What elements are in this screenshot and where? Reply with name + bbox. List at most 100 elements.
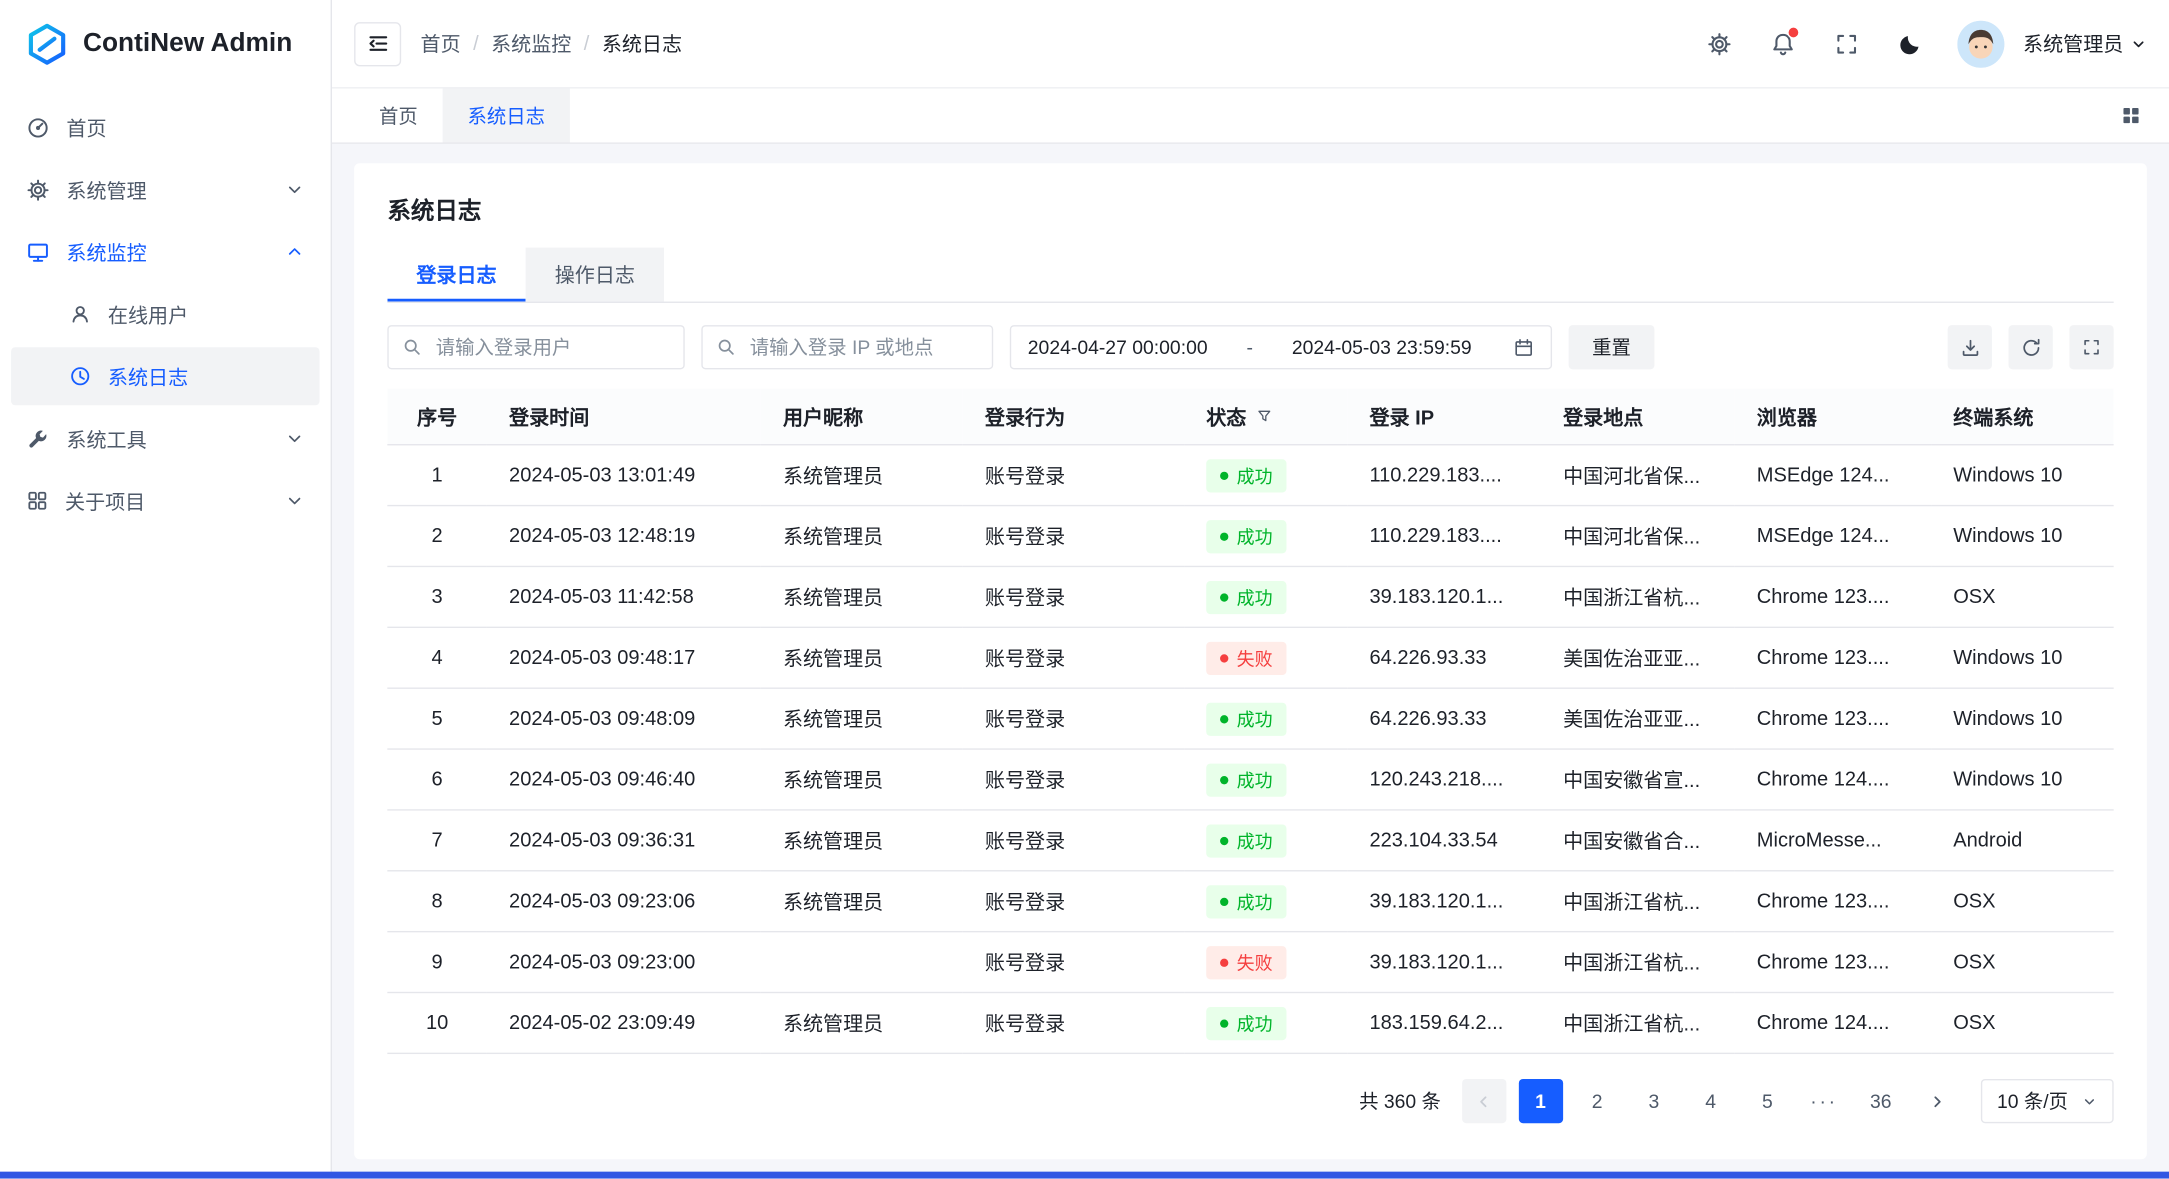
tab-login-log[interactable]: 登录日志 (387, 248, 525, 302)
fullscreen-icon (1834, 31, 1859, 56)
status-text: 成功 (1237, 462, 1273, 488)
breadcrumb-current: 系统日志 (602, 29, 682, 58)
cell-no: 9 (387, 932, 487, 993)
pagination-page-5[interactable]: 5 (1745, 1079, 1789, 1123)
search-icon (403, 338, 422, 357)
pagination-page-3[interactable]: 3 (1632, 1079, 1676, 1123)
sidebar-item-system-management[interactable]: 系统管理 (11, 160, 319, 218)
status-dot (1220, 593, 1228, 601)
date-range-picker[interactable]: 2024-04-27 00:00:00 - 2024-05-03 23:59:5… (1010, 325, 1552, 369)
cell-behavior: 账号登录 (963, 810, 1184, 871)
cell-location: 美国佐治亚亚... (1541, 627, 1735, 688)
page-size-select[interactable]: 10 条/页 (1980, 1079, 2113, 1123)
cell-location: 中国安徽省宣... (1541, 749, 1735, 810)
cell-no: 2 (387, 506, 487, 567)
cell-time: 2024-05-03 09:36:31 (487, 810, 761, 871)
status-text: 成功 (1237, 523, 1273, 549)
status-badge: 成功 (1206, 1006, 1286, 1039)
pagination-page-36[interactable]: 36 (1859, 1079, 1903, 1123)
cell-status: 失败 (1184, 627, 1347, 688)
app-logo[interactable]: ContiNew Admin (0, 0, 331, 89)
cell-no: 1 (387, 445, 487, 506)
cell-browser: Chrome 124.... (1735, 749, 1931, 810)
sidebar-item-system-monitor[interactable]: 系统监控 (11, 223, 319, 281)
pagination-prev-button[interactable] (1462, 1079, 1506, 1123)
cell-nickname: 系统管理员 (761, 445, 963, 506)
export-button[interactable] (1948, 325, 1992, 369)
status-badge: 成功 (1206, 580, 1286, 613)
avatar[interactable] (1957, 20, 2004, 67)
pagination-page-2[interactable]: 2 (1575, 1079, 1619, 1123)
page-title: 系统日志 (387, 191, 2113, 226)
cell-os: Android (1931, 810, 2114, 871)
user-menu[interactable]: 系统管理员 (2023, 29, 2147, 58)
pagination-page-1[interactable]: 1 (1518, 1079, 1562, 1123)
table-row: 3 2024-05-03 11:42:58 系统管理员 账号登录 成功 39.1… (387, 566, 2113, 627)
breadcrumb-system-monitor[interactable]: 系统监控 (491, 29, 571, 58)
pagination: 共 360 条 1 2 3 4 5 ··· 36 (387, 1079, 2113, 1123)
pagination-page-4[interactable]: 4 (1689, 1079, 1733, 1123)
settings-button[interactable] (1697, 20, 1741, 67)
breadcrumb-home[interactable]: 首页 (421, 29, 461, 58)
sidebar-item-label: 系统日志 (108, 362, 304, 391)
status-dot (1220, 836, 1228, 844)
table-row: 9 2024-05-03 09:23:00 账号登录 失败 39.183.120… (387, 932, 2113, 993)
cell-location: 美国佐治亚亚... (1541, 688, 1735, 749)
col-status: 状态 (1184, 389, 1347, 445)
sidebar-collapse-button[interactable] (354, 21, 401, 65)
sidebar-item-online-users[interactable]: 在线用户 (11, 285, 319, 343)
sidebar-item-home[interactable]: 首页 (11, 98, 319, 156)
status-text: 成功 (1237, 766, 1273, 792)
grid-icon (2121, 105, 2142, 126)
status-text: 失败 (1237, 949, 1273, 975)
cell-os: Windows 10 (1931, 627, 2114, 688)
sidebar-item-system-logs[interactable]: 系统日志 (11, 347, 319, 405)
cell-time: 2024-05-03 09:23:06 (487, 871, 761, 932)
status-dot (1220, 1019, 1228, 1027)
cell-ip: 64.226.93.33 (1347, 688, 1541, 749)
breadcrumb-separator: / (584, 33, 590, 55)
pagination-total: 共 360 条 (1359, 1087, 1441, 1115)
chevron-down-icon (285, 491, 304, 510)
pagination-ellipsis[interactable]: ··· (1802, 1079, 1846, 1123)
tab-actions-button[interactable] (2112, 104, 2149, 128)
col-location: 登录地点 (1541, 389, 1735, 445)
tab-operation-log[interactable]: 操作日志 (526, 248, 664, 302)
status-text: 失败 (1237, 645, 1273, 671)
pagination-next-button[interactable] (1915, 1079, 1959, 1123)
notification-dot (1787, 26, 1799, 38)
chevron-down-icon (285, 429, 304, 448)
main-area: 首页 / 系统监控 / 系统日志 (332, 0, 2169, 1179)
sidebar-item-about-project[interactable]: 关于项目 (11, 472, 319, 530)
user-name: 系统管理员 (2023, 29, 2123, 58)
cell-nickname: 系统管理员 (761, 810, 963, 871)
col-ip: 登录 IP (1347, 389, 1541, 445)
table-fullscreen-button[interactable] (2069, 325, 2113, 369)
login-ip-input[interactable] (747, 335, 978, 360)
notifications-button[interactable] (1760, 20, 1804, 67)
cell-os: Windows 10 (1931, 749, 2114, 810)
filter-icon[interactable] (1256, 408, 1273, 425)
filter-toolbar: 2024-04-27 00:00:00 - 2024-05-03 23:59:5… (387, 325, 2113, 369)
cell-nickname: 系统管理员 (761, 627, 963, 688)
cell-no: 5 (387, 688, 487, 749)
reset-button[interactable]: 重置 (1569, 325, 1655, 369)
login-user-input[interactable] (433, 335, 670, 360)
cell-no: 3 (387, 566, 487, 627)
calendar-icon (1513, 337, 1534, 358)
dark-mode-button[interactable] (1887, 20, 1931, 67)
col-no: 序号 (387, 389, 487, 445)
date-end: 2024-05-03 23:59:59 (1292, 336, 1472, 358)
fullscreen-button[interactable] (1824, 20, 1868, 67)
cell-no: 8 (387, 871, 487, 932)
clock-icon (69, 365, 91, 387)
col-nickname: 用户昵称 (761, 389, 963, 445)
tab-home[interactable]: 首页 (354, 89, 443, 143)
table-row: 1 2024-05-03 13:01:49 系统管理员 账号登录 成功 110.… (387, 445, 2113, 506)
refresh-button[interactable] (2009, 325, 2053, 369)
tab-system-logs[interactable]: 系统日志 (443, 89, 570, 143)
cell-no: 6 (387, 749, 487, 810)
cell-nickname: 系统管理员 (761, 993, 963, 1054)
sidebar-item-system-tools[interactable]: 系统工具 (11, 409, 319, 467)
cell-ip: 110.229.183.... (1347, 445, 1541, 506)
